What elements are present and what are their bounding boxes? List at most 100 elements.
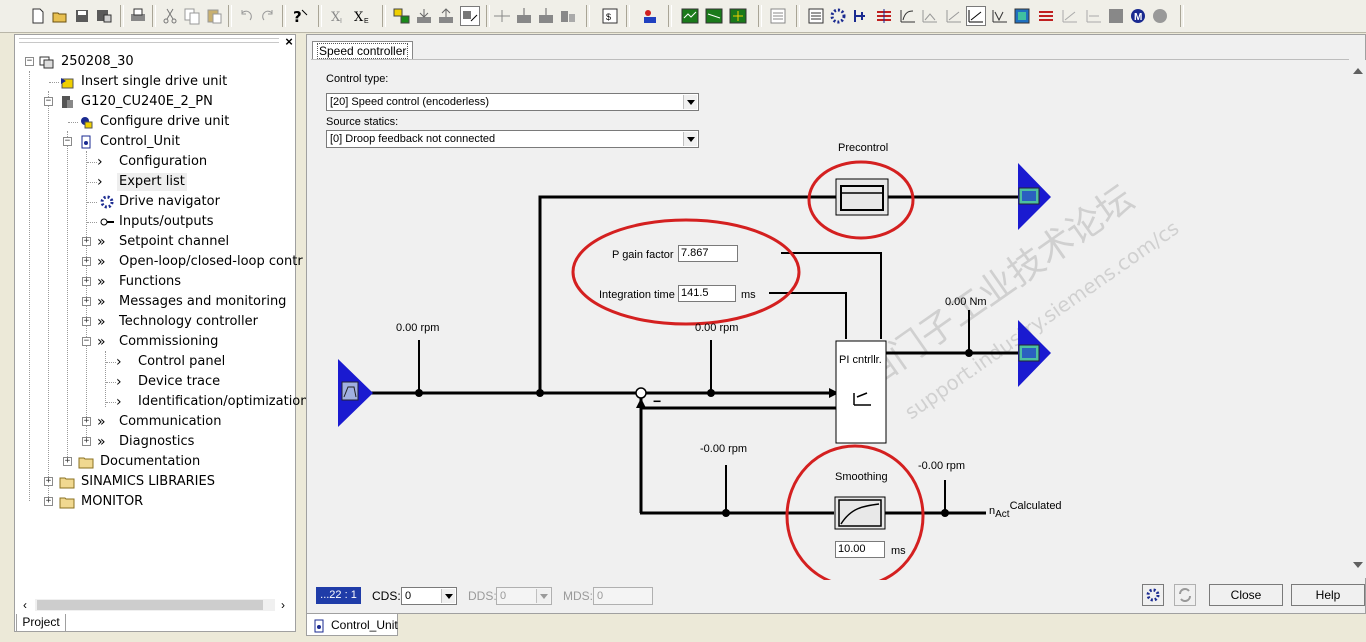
tree-item-project[interactable]: − 250208_30 [23,53,293,71]
expand-icon[interactable]: + [82,257,91,266]
chevron-down-icon[interactable] [441,589,455,603]
smoothing-input[interactable]: 10.00 [835,541,885,558]
expand-icon[interactable]: + [63,457,72,466]
tab-speed-controller[interactable]: Speed controller [312,41,414,60]
tree-item-diagnostics[interactable]: + » Diagnostics [23,433,293,451]
graphics-1-icon[interactable] [640,6,660,26]
collapse-icon[interactable]: − [44,97,53,106]
mds-field[interactable]: 0 [593,587,653,605]
refresh-icon[interactable] [1174,584,1196,606]
tree-item-communication[interactable]: + » Communication [23,413,293,431]
tree-item-configuration[interactable]: › Configuration [23,153,293,171]
help-button[interactable]: Help [1291,584,1365,606]
scroll-down-icon[interactable] [1353,562,1363,568]
trace-icon[interactable] [874,6,894,26]
tree-item-documentation[interactable]: + Documentation [23,453,293,471]
tree-horizontal-scrollbar[interactable]: ‹ › [19,597,291,613]
close-icon[interactable]: × [283,34,295,49]
expand-icon[interactable]: + [82,437,91,446]
copy-icon[interactable] [182,6,202,26]
go-online-icon[interactable] [392,6,412,26]
tree-item-commissioning[interactable]: − » Commissioning [23,333,293,351]
download-icon[interactable] [414,6,434,26]
motor-icon[interactable]: M [1128,6,1148,26]
accessible-nodes-icon[interactable]: XI [328,6,348,26]
expand-icon[interactable]: + [44,477,53,486]
curve-5-icon[interactable] [1060,6,1080,26]
oscilloscope-icon[interactable] [850,6,870,26]
upload-icon[interactable] [436,6,456,26]
expand-icon[interactable]: + [82,417,91,426]
close-button[interactable]: Close [1209,584,1283,606]
stop-icon[interactable] [1084,6,1104,26]
setpoint-icon[interactable] [806,6,826,26]
tree-item-control-unit[interactable]: − Control_Unit [23,133,293,151]
connect-target-icon[interactable] [460,6,480,26]
curve-4-icon[interactable] [1036,6,1056,26]
tab-control-unit[interactable]: Control_Unit [306,614,398,636]
dds-select[interactable]: 0 [496,587,552,605]
chevron-down-icon[interactable] [536,589,550,603]
collapse-icon[interactable]: − [63,137,72,146]
tree-item-control-panel[interactable]: › Control panel [23,353,293,371]
panel-grip[interactable] [19,38,279,43]
integration-input[interactable]: 141.5 [678,285,736,302]
tree-item-configure-drive[interactable]: Configure drive unit [23,113,293,131]
collapse-icon[interactable]: − [82,337,91,346]
open-icon[interactable] [50,6,70,26]
smoothing-block[interactable] [834,496,886,530]
target-device-icon[interactable]: $ [600,6,620,26]
load-to-pg-icon[interactable] [514,6,534,26]
print-icon[interactable] [128,6,148,26]
graphics-2-icon[interactable] [680,6,700,26]
collapse-icon[interactable]: − [25,57,34,66]
gear-icon[interactable] [1142,584,1164,606]
parameter-icon[interactable] [990,6,1010,26]
diagram-vertical-scrollbar[interactable] [1350,60,1366,578]
cds-select[interactable]: 0 [401,587,457,605]
setpoint-input-icon[interactable] [338,359,373,427]
expert-list-icon[interactable] [768,6,788,26]
drive-navigator-icon[interactable] [728,6,748,26]
undo-icon[interactable] [236,6,256,26]
circle-icon[interactable] [1150,6,1170,26]
tree-item-functions[interactable]: + » Functions [23,273,293,291]
tree-item-insert-drive[interactable]: Insert single drive unit [23,73,293,91]
paste-icon[interactable] [204,6,224,26]
graphics-3-icon[interactable] [704,6,724,26]
tree-item-messages[interactable]: + » Messages and monitoring [23,293,293,311]
device-icon[interactable] [492,6,512,26]
square-icon[interactable] [1106,6,1126,26]
control-icon[interactable] [1012,6,1032,26]
save-compile-icon[interactable] [94,6,114,26]
curve-1-icon[interactable] [898,6,918,26]
expand-icon[interactable]: + [82,297,91,306]
tab-project[interactable]: Project [16,614,66,632]
tree-item-setpoint-channel[interactable]: + » Setpoint channel [23,233,293,251]
expand-icon[interactable]: + [82,237,91,246]
expand-icon[interactable]: + [44,497,53,506]
curve-2-icon[interactable] [920,6,940,26]
tree-item-expert-list[interactable]: › Expert list [23,173,293,191]
x-e-icon[interactable]: XE [352,6,372,26]
scroll-thumb[interactable] [37,600,263,610]
copy-ram-rom-icon[interactable] [536,6,556,26]
tree-item-drive-navigator[interactable]: Drive navigator [23,193,293,211]
tree-item-open-closed-loop[interactable]: + » Open-loop/closed-loop contr [23,253,303,271]
new-icon[interactable] [28,6,48,26]
expand-icon[interactable]: + [82,277,91,286]
redo-icon[interactable] [258,6,278,26]
restore-icon[interactable] [558,6,578,26]
scroll-right-icon[interactable]: › [281,599,285,611]
tree-item-drive-unit[interactable]: − G120_CU240E_2_PN [23,93,293,111]
curve-3-icon[interactable] [944,6,964,26]
save-icon[interactable] [72,6,92,26]
tree-item-inputs-outputs[interactable]: Inputs/outputs [23,213,293,231]
precontrol-output-icon[interactable] [1018,163,1051,230]
scroll-up-icon[interactable] [1353,68,1363,74]
tree-item-technology-controller[interactable]: + » Technology controller [23,313,293,331]
tree-item-sinamics-libraries[interactable]: + SINAMICS LIBRARIES [23,473,293,491]
p-gain-input[interactable]: 7.867 [678,245,738,262]
tree-item-device-trace[interactable]: › Device trace [23,373,293,391]
help-icon[interactable]: ? [290,6,310,26]
